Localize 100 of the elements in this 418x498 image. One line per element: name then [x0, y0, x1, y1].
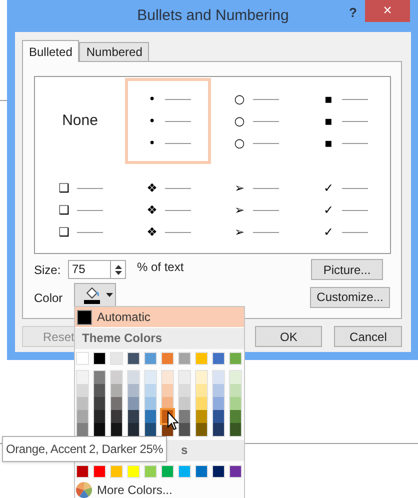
bullet-option[interactable]: ❖ ❖ ❖ — [125, 167, 211, 253]
color-swatch[interactable] — [196, 397, 207, 410]
color-swatch[interactable] — [195, 465, 208, 478]
color-swatch[interactable] — [144, 465, 157, 478]
color-swatch[interactable] — [127, 352, 140, 365]
color-swatch[interactable] — [178, 465, 191, 478]
color-swatch[interactable] — [111, 384, 122, 397]
color-swatch[interactable] — [179, 371, 190, 384]
color-swatch[interactable] — [230, 410, 241, 423]
color-swatch[interactable] — [213, 384, 224, 397]
color-swatch[interactable] — [94, 384, 105, 397]
color-swatch[interactable] — [77, 397, 88, 410]
color-swatch[interactable] — [162, 371, 173, 384]
color-swatch[interactable] — [196, 384, 207, 397]
color-swatch[interactable] — [213, 371, 224, 384]
color-swatch[interactable] — [93, 352, 106, 365]
color-swatch[interactable] — [230, 371, 241, 384]
color-swatch[interactable] — [179, 423, 190, 436]
color-swatch[interactable] — [161, 465, 174, 478]
color-swatch[interactable] — [77, 371, 88, 384]
color-swatch[interactable] — [161, 352, 174, 365]
tooltip: Orange, Accent 2, Darker 25% — [2, 436, 168, 462]
color-swatch[interactable] — [110, 465, 123, 478]
bullet-symbol: ✓ — [322, 203, 335, 217]
color-swatch[interactable] — [76, 352, 89, 365]
spin-down-icon[interactable] — [114, 270, 122, 274]
color-swatch[interactable] — [213, 423, 224, 436]
color-swatch[interactable] — [94, 397, 105, 410]
color-swatch[interactable] — [179, 384, 190, 397]
color-swatch[interactable] — [196, 423, 207, 436]
color-swatch[interactable] — [229, 352, 242, 365]
customize-button[interactable]: Customize... — [310, 286, 390, 308]
color-swatch[interactable] — [76, 465, 89, 478]
spin-up-icon[interactable] — [114, 264, 122, 268]
bullet-option[interactable]: ➢ ➢ ➢ — [211, 167, 300, 253]
color-wheel-icon — [76, 482, 92, 498]
color-swatch[interactable] — [213, 410, 224, 423]
color-swatch[interactable] — [94, 423, 105, 436]
help-button[interactable]: ? — [349, 3, 357, 22]
color-swatch[interactable] — [178, 352, 191, 365]
color-swatch[interactable] — [145, 397, 156, 410]
color-swatch[interactable] — [94, 410, 105, 423]
automatic-option[interactable]: Automatic — [75, 307, 244, 327]
color-swatch[interactable] — [213, 397, 224, 410]
color-swatch[interactable] — [127, 465, 140, 478]
close-button[interactable]: × — [365, 0, 410, 22]
color-swatch[interactable] — [111, 423, 122, 436]
color-swatch[interactable] — [128, 423, 139, 436]
bullet-option[interactable]: • • • — [125, 78, 211, 164]
color-swatch[interactable] — [110, 352, 123, 365]
color-swatch[interactable] — [144, 352, 157, 365]
color-swatch[interactable] — [212, 352, 225, 365]
color-swatch[interactable] — [93, 465, 106, 478]
picture-button[interactable]: Picture... — [311, 259, 383, 280]
color-swatch[interactable] — [77, 384, 88, 397]
color-swatch[interactable] — [196, 410, 207, 423]
color-swatch[interactable] — [128, 371, 139, 384]
color-picker-button[interactable] — [74, 283, 116, 307]
color-label: Color — [34, 290, 64, 307]
color-swatch[interactable] — [230, 423, 241, 436]
color-swatch[interactable] — [145, 423, 156, 436]
color-swatch[interactable] — [162, 384, 173, 397]
mouse-pointer-icon — [167, 411, 179, 431]
bullet-symbol: • — [147, 136, 157, 150]
color-swatch[interactable] — [94, 371, 105, 384]
color-swatch[interactable] — [111, 371, 122, 384]
color-swatch[interactable] — [212, 465, 225, 478]
bullet-option[interactable]: ✓ ✓ ✓ — [300, 167, 389, 253]
bullet-symbol: ❖ — [146, 203, 158, 217]
color-swatch[interactable] — [145, 384, 156, 397]
size-spin-field[interactable]: 75 — [68, 260, 126, 279]
color-swatch[interactable] — [230, 397, 241, 410]
color-swatch[interactable] — [196, 371, 207, 384]
color-swatch[interactable] — [77, 423, 88, 436]
cancel-button[interactable]: Cancel — [334, 326, 402, 347]
color-swatch[interactable] — [230, 384, 241, 397]
bullet-option[interactable]: None — [35, 78, 125, 164]
color-swatch[interactable] — [195, 352, 208, 365]
color-swatch[interactable] — [145, 410, 156, 423]
color-swatch[interactable] — [77, 410, 88, 423]
more-colors-option[interactable]: More Colors... — [75, 481, 244, 498]
ok-button[interactable]: OK — [254, 326, 322, 347]
color-swatch[interactable] — [128, 410, 139, 423]
bullet-option[interactable]: ▪ ▪ ▪ — [300, 78, 389, 164]
color-swatch[interactable] — [179, 397, 190, 410]
none-label: None — [62, 110, 98, 131]
bullet-option[interactable]: ❑ ❑ ❑ — [35, 167, 125, 253]
bullet-symbol: ○ — [233, 136, 246, 150]
color-swatch[interactable] — [111, 410, 122, 423]
color-swatch[interactable] — [111, 397, 122, 410]
color-swatch[interactable] — [229, 465, 242, 478]
tab[interactable]: Bulleted — [22, 40, 80, 62]
color-swatch[interactable] — [128, 384, 139, 397]
color-swatch[interactable] — [128, 397, 139, 410]
color-swatch[interactable] — [145, 371, 156, 384]
bullet-option[interactable]: ○ ○ ○ — [211, 78, 300, 164]
color-swatch[interactable] — [179, 410, 190, 423]
bullet-symbol: ❖ — [146, 225, 158, 239]
tab[interactable]: Numbered — [79, 42, 150, 61]
bullet-symbol: ✓ — [322, 225, 335, 239]
